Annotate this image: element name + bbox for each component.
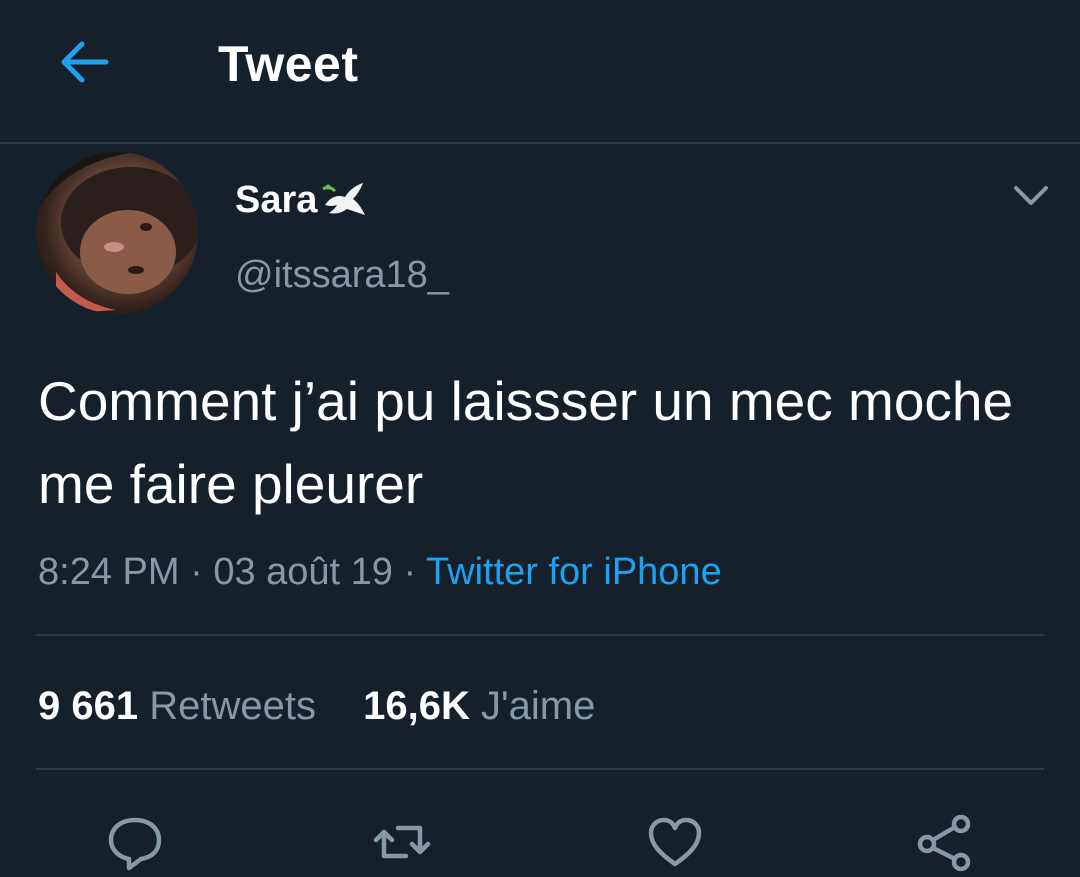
author-name: Sara	[235, 179, 318, 221]
likes-label: J'aime	[480, 684, 596, 728]
share-icon	[917, 814, 971, 872]
likes-count: 16,6K	[363, 684, 470, 728]
likes-stat[interactable]: 16,6K J'aime	[363, 684, 595, 728]
top-bar: Tweet	[0, 0, 1080, 142]
meta-separator: ·	[403, 551, 417, 593]
back-button[interactable]	[52, 32, 116, 92]
heart-icon	[648, 817, 702, 867]
arrow-left-icon	[61, 41, 109, 83]
retweets-label: Retweets	[149, 684, 316, 728]
retweet-button[interactable]	[370, 810, 434, 874]
divider	[36, 634, 1044, 636]
tweet-stats: 9 661 Retweets 16,6K J'aime	[38, 678, 595, 734]
avatar[interactable]	[36, 152, 198, 314]
tweet-meta: 8:24 PM · 03 août 19 · Twitter for iPhon…	[38, 544, 722, 600]
dove-icon	[322, 183, 366, 215]
divider	[36, 768, 1044, 770]
tweet-source-link[interactable]: Twitter for iPhone	[426, 551, 722, 593]
author-handle[interactable]: @itssara18_	[235, 250, 449, 300]
tweet-detail-screen: Tweet Sara @itssara18_ Comment j’ai pu l…	[0, 0, 1080, 877]
tweet-date: 03 août 19	[213, 551, 393, 593]
more-options-button[interactable]	[1008, 176, 1054, 216]
page-title: Tweet	[218, 36, 359, 92]
header-divider	[0, 142, 1080, 144]
retweets-count: 9 661	[38, 684, 139, 728]
reply-button[interactable]	[103, 810, 167, 874]
avatar-photo	[36, 152, 198, 314]
tweet-text: Comment j’ai pu laissser un mec moche me…	[38, 370, 1014, 515]
reply-icon	[108, 817, 162, 871]
retweets-stat[interactable]: 9 661 Retweets	[38, 684, 327, 728]
meta-separator: ·	[190, 551, 203, 593]
share-button[interactable]	[913, 810, 977, 874]
retweet-icon	[373, 825, 431, 859]
like-button[interactable]	[643, 810, 707, 874]
chevron-down-icon	[1014, 186, 1048, 205]
author-name-row[interactable]: Sara	[235, 172, 369, 228]
tweet-time: 8:24 PM	[38, 551, 180, 593]
